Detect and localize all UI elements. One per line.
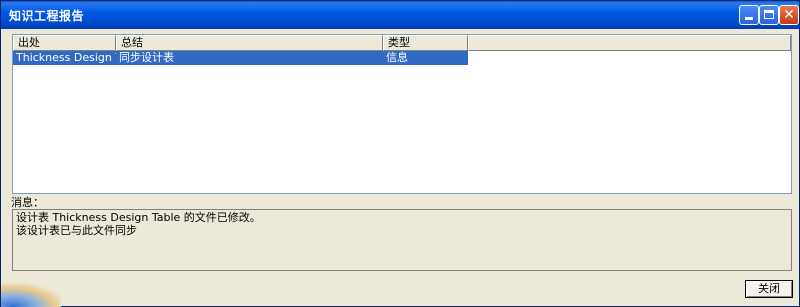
maximize-icon [764, 10, 774, 19]
corner-decoration [1, 279, 61, 307]
column-header-summary[interactable]: 总结 [116, 35, 383, 51]
message-label: 消息： [11, 196, 44, 209]
cell-summary: 同步设计表 [119, 51, 174, 64]
cell-source: Thickness Design T... [16, 51, 116, 64]
maximize-button[interactable] [759, 5, 779, 25]
table-row[interactable]: Thickness Design T... 同步设计表 信息 [13, 51, 468, 65]
message-box[interactable]: 设计表 Thickness Design Table 的文件已修改。 该设计表已… [12, 209, 792, 271]
close-icon: ✕ [783, 7, 795, 23]
minimize-icon [745, 17, 753, 20]
column-header-type[interactable]: 类型 [383, 35, 468, 51]
window-title: 知识工程报告 [9, 9, 85, 23]
message-line: 设计表 Thickness Design Table 的文件已修改。 [16, 211, 261, 224]
column-header-source[interactable]: 出处 [13, 35, 116, 51]
close-window-button[interactable]: ✕ [779, 5, 799, 25]
close-button[interactable]: 关闭 [745, 280, 793, 298]
title-bar[interactable]: 知识工程报告 ✕ [1, 1, 799, 29]
message-line: 该设计表已与此文件同步 [16, 224, 137, 237]
minimize-button[interactable] [739, 5, 759, 25]
report-list[interactable]: 出处 总结 类型 Thickness Design T... 同步设计表 信息 [12, 34, 792, 194]
cell-type: 信息 [386, 51, 408, 64]
dialog-window: 知识工程报告 ✕ 出处 总结 类型 Thickness Design T... … [0, 0, 800, 307]
column-header-filler [468, 35, 791, 51]
